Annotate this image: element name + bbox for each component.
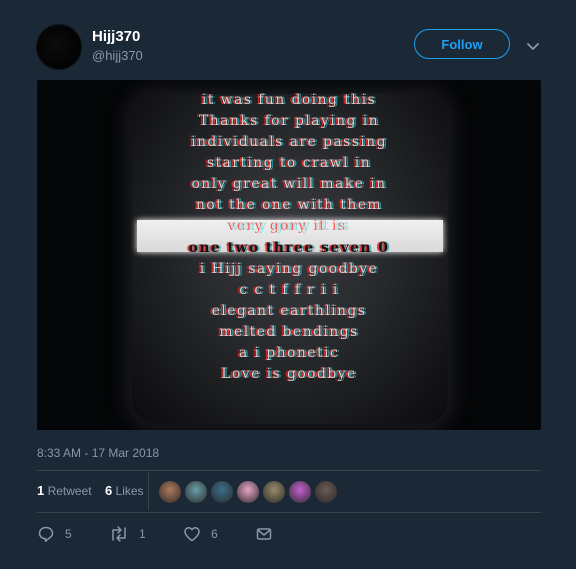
media-line: individuals are passing	[191, 134, 387, 150]
media-line: not the one with them	[195, 197, 383, 213]
reply-count: 5	[65, 527, 72, 541]
liker-avatar[interactable]	[262, 480, 286, 504]
retweet-icon	[109, 525, 129, 543]
media-line: elegant earthlings	[211, 303, 367, 319]
follow-button[interactable]: Follow	[414, 29, 510, 59]
divider	[37, 512, 541, 513]
like-button[interactable]: 6	[183, 525, 218, 543]
engagement-stats: 1 Retweet 6 Likes	[37, 483, 144, 498]
divider	[37, 470, 541, 471]
liker-avatar[interactable]	[236, 480, 260, 504]
media-line: c c t f f r i i	[239, 282, 339, 298]
tweet-timestamp[interactable]: 8:33 AM - 17 Mar 2018	[37, 446, 159, 460]
tweet-header: Hijj370 @hijj370 Follow	[0, 0, 576, 80]
liker-avatar[interactable]	[184, 480, 208, 504]
chevron-down-icon[interactable]	[524, 37, 542, 55]
media-line: it was fun doing this	[201, 92, 377, 108]
stats-separator	[148, 472, 149, 510]
media-line: very gory it is	[229, 218, 349, 234]
liker-avatar[interactable]	[288, 480, 312, 504]
retweet-button[interactable]: 1	[109, 525, 146, 543]
media-line: a i phonetic	[238, 345, 340, 361]
media-line: Thanks for playing in	[198, 113, 380, 129]
like-action-count: 6	[211, 527, 218, 541]
retweet-count[interactable]: 1 Retweet	[37, 483, 92, 498]
media-line: Love is goodbye	[221, 366, 357, 382]
media-line: one two three seven 0	[188, 240, 390, 256]
media-line: only great will make in	[191, 176, 387, 192]
media-line: starting to crawl in	[206, 155, 372, 171]
tweet-media-image[interactable]: it was fun doing this Thanks for playing…	[37, 80, 541, 430]
direct-message-button[interactable]	[255, 525, 273, 543]
reply-icon	[37, 525, 55, 543]
like-icon	[183, 525, 201, 543]
reply-button[interactable]: 5	[37, 525, 72, 543]
user-display-name[interactable]: Hijj370	[92, 28, 140, 45]
retweet-action-count: 1	[139, 527, 146, 541]
like-count[interactable]: 6 Likes	[105, 483, 144, 498]
media-line: melted bendings	[219, 324, 359, 340]
avatar[interactable]	[36, 24, 82, 70]
liker-avatar[interactable]	[314, 480, 338, 504]
user-handle[interactable]: @hijj370	[92, 48, 143, 63]
liker-avatar[interactable]	[210, 480, 234, 504]
media-line: i Hijj saying goodbye	[199, 261, 379, 277]
message-icon	[255, 525, 273, 543]
liker-avatar[interactable]	[158, 480, 182, 504]
